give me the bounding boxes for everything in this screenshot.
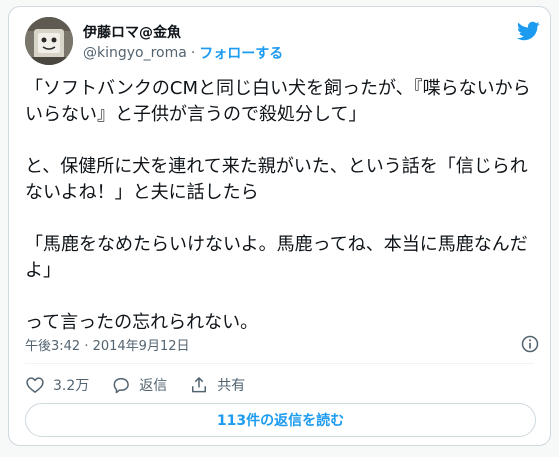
tweet-card: 伊藤ロマ@金魚 @kingyo_roma · フォローする 「ソフトバンクのCM… [8, 6, 551, 446]
tweet-timestamp[interactable]: 午後3:42 · 2014年9月12日 [25, 335, 190, 354]
read-replies-button[interactable]: 113件の返信を読む [25, 403, 536, 437]
tweet-paragraph: 「馬鹿をなめたらいけないよ。馬鹿ってね、本当に馬鹿なんだよ」 [25, 234, 528, 281]
separator-dot: · [190, 45, 196, 61]
tweet-actions: 3.2万 返信 共有 [25, 372, 267, 398]
tweet-paragraph: と、保健所に犬を連れて来た親がいた、という話を「信じられないよね！」と夫に話した… [25, 156, 528, 203]
share-label: 共有 [217, 378, 246, 394]
speech-bubble-icon [113, 378, 130, 394]
twitter-bird-icon[interactable] [516, 19, 540, 43]
author-handle-row: @kingyo_roma · フォローする [83, 43, 283, 63]
reply-button[interactable]: 返信 [111, 375, 167, 395]
follow-button[interactable]: フォローする [199, 43, 283, 63]
reply-label: 返信 [139, 378, 168, 394]
like-button[interactable]: 3.2万 [25, 375, 89, 395]
share-button[interactable]: 共有 [189, 375, 245, 395]
like-count: 3.2万 [53, 378, 90, 394]
tweet-meta-row: 午後3:42 · 2014年9月12日 [25, 332, 540, 356]
info-icon[interactable] [520, 334, 540, 354]
author-display-name[interactable]: 伊藤ロマ@金魚 [83, 22, 181, 42]
heart-icon [26, 377, 44, 393]
divider [25, 363, 534, 364]
avatar[interactable] [25, 17, 73, 65]
share-upload-icon [192, 377, 207, 393]
tweet-paragraph: 「ソフトバンクのCMと同じ白い犬を飼ったが、『喋らないからいらない』と子供が言う… [25, 78, 531, 125]
author-handle[interactable]: @kingyo_roma [83, 45, 187, 61]
tweet-text: 「ソフトバンクのCMと同じ白い犬を飼ったが、『喋らないからいらない』と子供が言う… [25, 76, 540, 336]
